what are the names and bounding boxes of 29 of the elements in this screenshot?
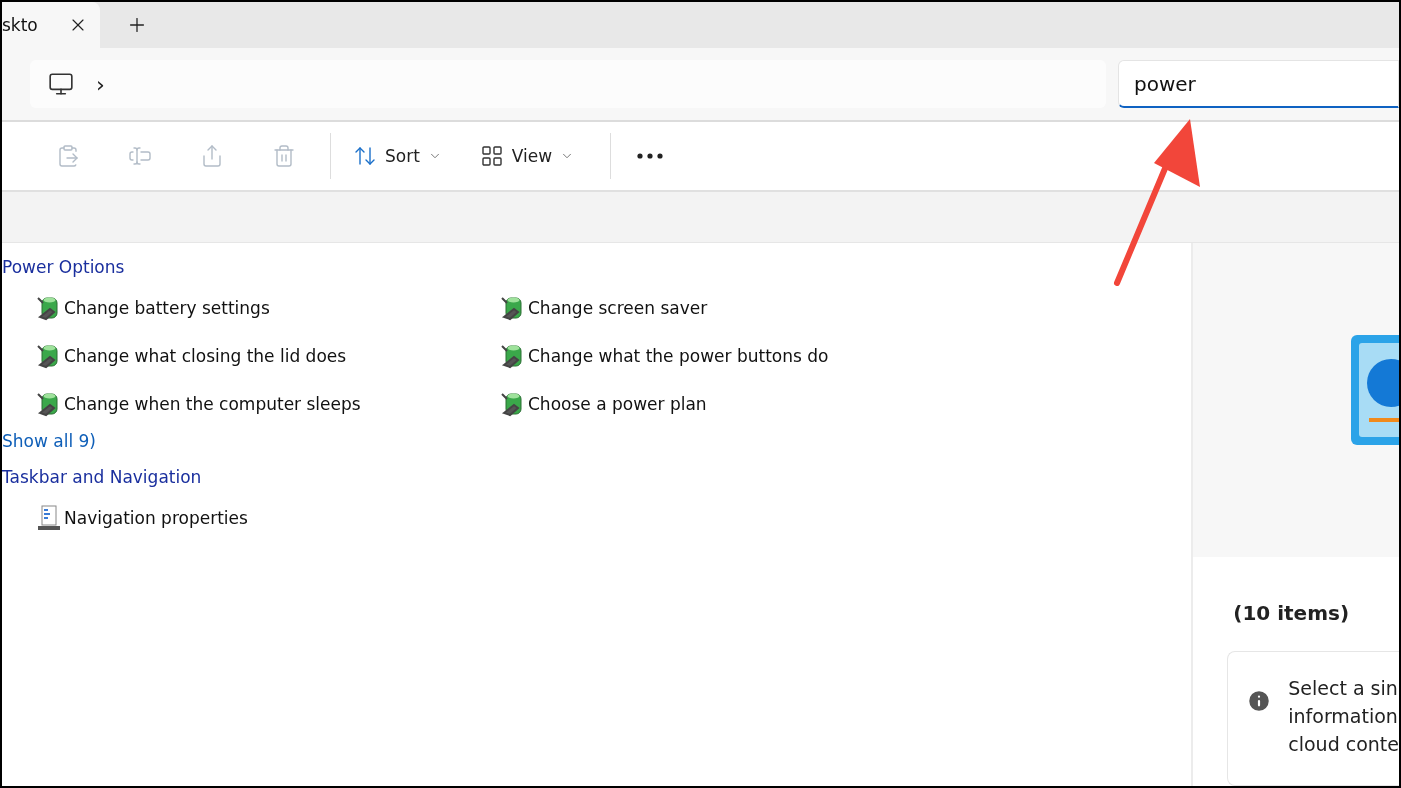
power-app-icon — [1351, 335, 1399, 446]
tab-title: skto — [2, 15, 38, 35]
breadcrumb-chevron[interactable]: › — [96, 71, 105, 97]
search-field[interactable]: power — [1118, 60, 1399, 108]
task-link[interactable]: Change battery settings — [36, 295, 500, 321]
address-bar[interactable]: › — [30, 60, 1106, 108]
task-link[interactable]: Choose a power plan — [500, 391, 964, 417]
category-link[interactable]: Power Options — [2, 257, 125, 277]
show-all-link[interactable]: Show all 9) — [2, 431, 96, 451]
task-link[interactable]: Change screen saver — [500, 295, 964, 321]
tab[interactable]: skto — [2, 2, 100, 48]
task-link[interactable]: Change what closing the lid does — [36, 343, 500, 369]
more-icon — [637, 153, 664, 159]
category-link[interactable]: Taskbar and Navigation — [2, 467, 202, 487]
document-list-icon — [36, 505, 62, 531]
view-menu-button[interactable]: View — [467, 138, 587, 174]
item-count: (10 items) — [1233, 601, 1351, 626]
task-link[interactable]: Change what the power buttons do — [500, 343, 964, 369]
task-link[interactable]: Change when the computer sleeps — [36, 391, 500, 417]
share-icon — [200, 144, 224, 168]
paste-icon — [56, 144, 80, 168]
delete-icon — [272, 144, 296, 168]
task-link[interactable]: Navigation properties — [36, 505, 500, 531]
sort-menu-button[interactable]: Sort — [341, 138, 454, 174]
rename-icon — [128, 144, 152, 168]
info-message: Select a sin information cloud conte — [1288, 676, 1399, 758]
monitor-icon — [48, 71, 74, 97]
grid-icon — [479, 144, 504, 168]
sort-arrows-icon — [353, 144, 377, 168]
